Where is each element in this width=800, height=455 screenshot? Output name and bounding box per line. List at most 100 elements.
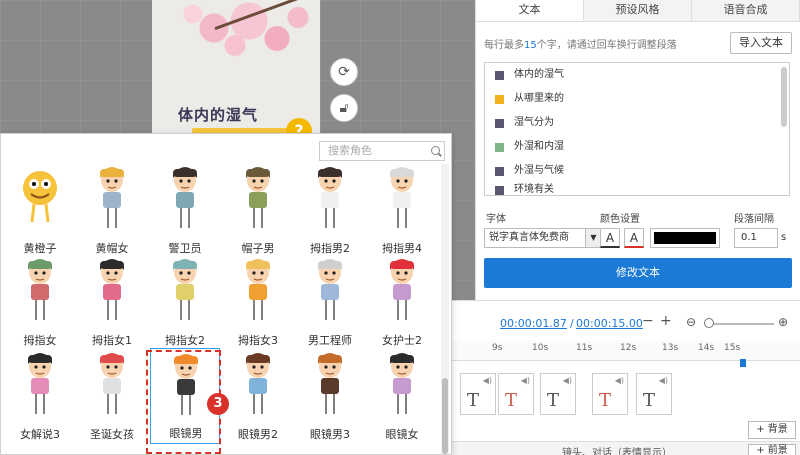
character-figure-icon: [318, 353, 342, 414]
text-outline-icon[interactable]: A: [624, 228, 644, 248]
speaker-icon: ◀): [658, 376, 668, 385]
speaker-icon: ◀): [614, 376, 624, 385]
playhead[interactable]: [740, 359, 746, 367]
spacing-stepper[interactable]: 0.1: [734, 228, 778, 248]
add-background-button[interactable]: + 背景: [748, 421, 796, 439]
color-label: 颜色设置: [600, 214, 640, 225]
character-figure-icon: [246, 167, 270, 228]
character-option[interactable]: 拇指男2: [295, 162, 365, 258]
character-option[interactable]: 眼镜男3: [295, 348, 365, 444]
color-swatch: [495, 118, 504, 128]
character-figure-icon: [390, 259, 414, 320]
character-figure-icon: [23, 171, 57, 223]
list-item[interactable]: 湿气分为: [485, 111, 789, 135]
list-item[interactable]: 外湿和内湿: [485, 135, 789, 159]
character-figure-icon: [100, 167, 124, 228]
character-option[interactable]: 女护士2: [367, 254, 437, 350]
color-picker[interactable]: [650, 228, 720, 248]
zoom-in-icon[interactable]: ⊕: [778, 315, 788, 329]
list-item[interactable]: 外湿与气候: [485, 159, 789, 183]
character-figure-icon: [173, 259, 197, 320]
character-option[interactable]: 拇指女3: [223, 254, 293, 350]
tick-label: 15s: [724, 343, 741, 353]
character-option[interactable]: 眼镜男2: [223, 348, 293, 444]
character-name: 眼镜女: [385, 428, 419, 441]
list-item[interactable]: 环境有关: [485, 183, 789, 195]
current-time[interactable]: 00:00:01.87: [500, 317, 567, 330]
zoom-slider[interactable]: [706, 323, 774, 325]
step-badge: 3: [207, 393, 229, 415]
color-swatch: [495, 94, 504, 104]
color-swatch: [495, 142, 504, 152]
character-figure-icon: [318, 259, 342, 320]
total-time[interactable]: 00:00:15.00: [576, 317, 643, 330]
character-option[interactable]: 帽子男: [223, 162, 293, 258]
text-clip[interactable]: ◀) T: [460, 373, 496, 415]
list-scrollbar[interactable]: [781, 67, 787, 127]
character-option[interactable]: 男工程师: [295, 254, 365, 350]
character-figure-icon: [246, 259, 270, 320]
zoom-out-icon[interactable]: ⊖: [686, 315, 696, 329]
character-option[interactable]: 拇指女2: [150, 254, 220, 350]
character-picker: 搜索角色 黄橙子 黄帽女 警卫员 帽子男 拇指男2 拇指男4 拇指女 拇指女1 …: [0, 133, 452, 455]
rotate-icon[interactable]: ⟳: [330, 58, 358, 86]
character-figure-icon: [100, 353, 124, 414]
time-ruler[interactable]: 9s 10s 11s 12s 13s 14s 15s: [452, 341, 800, 361]
slide-title[interactable]: 体内的湿气: [178, 104, 258, 125]
font-select[interactable]: 锐字真言体免费商: [484, 228, 586, 248]
list-item[interactable]: 从哪里来的: [485, 87, 789, 111]
search-icon[interactable]: [431, 146, 440, 155]
speaker-icon: ◀): [520, 376, 530, 385]
character-figure-icon: [28, 259, 52, 320]
character-name: 女解说3: [20, 428, 60, 441]
character-figure-icon: [100, 259, 124, 320]
zoom-slider-handle[interactable]: [704, 318, 714, 328]
character-name: 男工程师: [308, 334, 352, 347]
time-separator: /: [570, 317, 574, 330]
color-swatch: [495, 166, 504, 176]
tick-label: 14s: [698, 343, 715, 353]
character-option[interactable]: 黄橙子: [5, 162, 75, 258]
line-limit-hint: 每行最多15个字，请通过回车换行调整段落: [484, 40, 677, 51]
search-input[interactable]: 搜索角色: [319, 141, 445, 161]
character-option[interactable]: 黄帽女: [77, 162, 147, 258]
plus-icon[interactable]: +: [660, 313, 672, 329]
picker-scrollbar[interactable]: [442, 378, 448, 454]
modify-text-button[interactable]: 修改文本: [484, 258, 792, 288]
character-name: 眼镜男2: [238, 428, 278, 441]
add-foreground-button[interactable]: + 前景: [748, 444, 796, 455]
character-option[interactable]: 眼镜女: [367, 348, 437, 444]
character-figure-icon: [246, 353, 270, 414]
tab-speech-synthesis[interactable]: 语音合成: [692, 0, 800, 21]
import-text-button[interactable]: 导入文本: [730, 32, 792, 54]
character-name: 眼镜男3: [310, 428, 350, 441]
text-clip[interactable]: ◀) T: [498, 373, 534, 415]
paragraph-list[interactable]: 体内的湿气 从哪里来的 湿气分为 外湿和内湿 外湿与气候 环境有关: [484, 62, 790, 196]
text-color-icon[interactable]: A: [600, 228, 620, 248]
text-clip[interactable]: ◀) T: [540, 373, 576, 415]
minus-icon[interactable]: −: [642, 313, 654, 329]
text-clip[interactable]: ◀) T: [636, 373, 672, 415]
character-option[interactable]: 拇指女1: [77, 254, 147, 350]
character-option[interactable]: 圣诞女孩: [77, 348, 147, 444]
character-option[interactable]: 警卫员: [150, 162, 220, 258]
text-clip[interactable]: ◀) T: [592, 373, 628, 415]
list-item[interactable]: 体内的湿气: [485, 63, 789, 87]
cherry-blossom-image: [172, 0, 312, 70]
tab-preset-style[interactable]: 预设风格: [584, 0, 692, 21]
character-name: 拇指女3: [238, 334, 278, 347]
track-label: 镜头、对话（表情显示）: [562, 448, 672, 455]
tab-text[interactable]: 文本: [476, 0, 584, 21]
character-option[interactable]: 拇指男4: [367, 162, 437, 258]
character-figure-icon: [390, 167, 414, 228]
spacing-unit: s: [781, 232, 787, 243]
lock-icon[interactable]: 🔓︎: [330, 94, 358, 122]
character-name: 拇指女2: [165, 334, 205, 347]
text-properties-panel: 文本 预设风格 语音合成 每行最多15个字，请通过回车换行调整段落 导入文本 体…: [475, 0, 800, 300]
character-option[interactable]: 女解说3: [5, 348, 75, 444]
font-label: 字体: [486, 214, 506, 225]
tick-label: 10s: [532, 343, 549, 353]
character-option[interactable]: 拇指女: [5, 254, 75, 350]
character-figure-icon: [318, 167, 342, 228]
speaker-icon: ◀): [562, 376, 572, 385]
